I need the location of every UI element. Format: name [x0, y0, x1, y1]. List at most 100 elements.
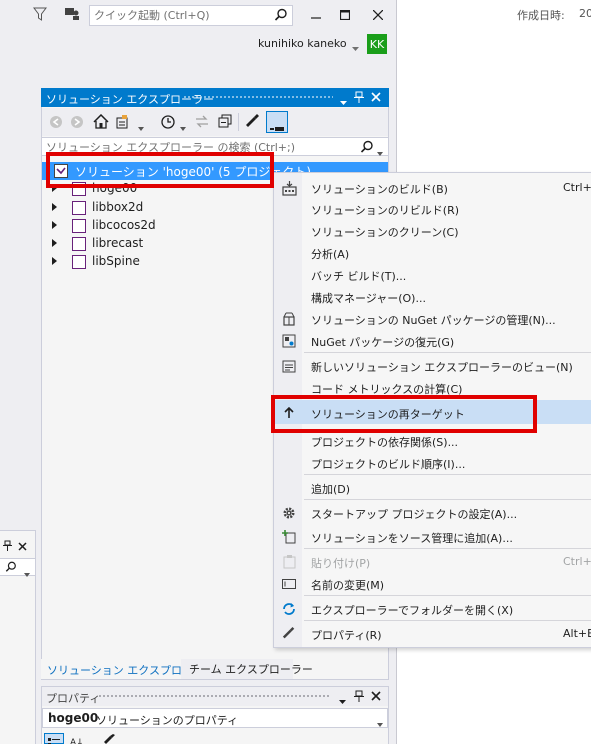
highlight-box-solution: [46, 152, 274, 188]
left-docked-panel: [0, 530, 36, 744]
expand-arrow-icon[interactable]: [52, 239, 57, 247]
wrench-icon[interactable]: [104, 734, 116, 744]
menu-item-rename[interactable]: 名前の変更(M): [274, 573, 591, 594]
dropdown-icon[interactable]: [340, 95, 347, 108]
menu-item-add-to-source-control[interactable]: ソリューションをソース管理に追加(A)...: [274, 526, 591, 547]
solution-explorer-toolbar: [42, 108, 388, 136]
avatar[interactable]: KK: [367, 34, 387, 54]
tab-solution-explorer[interactable]: ソリューション エクスプローラー: [41, 659, 215, 679]
grip: [98, 694, 330, 699]
close-icon[interactable]: [18, 541, 27, 554]
menu-item-shortcut: Alt+E: [563, 627, 591, 640]
tab-team-explorer[interactable]: チーム エクスプローラー: [181, 659, 313, 679]
pin-icon[interactable]: [354, 690, 364, 705]
switch-views-icon[interactable]: [116, 114, 132, 132]
maximize-button[interactable]: [334, 4, 356, 26]
menu-separator: [304, 620, 591, 621]
menu-item-project-dependencies[interactable]: プロジェクトの依存関係(S)...: [274, 430, 591, 451]
menu-item-clean-solution[interactable]: ソリューションのクリーン(C): [274, 220, 591, 241]
menu-item-build-order[interactable]: プロジェクトのビルド順序(I)...: [274, 452, 591, 473]
menu-item-properties[interactable]: プロパティ(R) Alt+E: [274, 623, 591, 644]
highlight-box-retarget: [271, 395, 537, 433]
menu-item-rebuild-solution[interactable]: ソリューションのリビルド(R): [274, 198, 591, 219]
pin-icon[interactable]: [354, 91, 364, 106]
nuget-restore-icon: [281, 333, 297, 349]
menu-item-build-solution[interactable]: ソリューションのビルド(B) Ctrl+S: [274, 177, 591, 198]
left-panel-search[interactable]: [0, 558, 35, 577]
chevron-down-icon[interactable]: [377, 146, 383, 159]
project-label: librecast: [92, 236, 144, 250]
solution-explorer-titlebar[interactable]: ソリューション エクスプローラー: [41, 88, 389, 107]
tab-label: チーム エクスプローラー: [189, 663, 313, 676]
created-label: 作成日時:: [517, 9, 565, 22]
build-solution-icon: [281, 180, 297, 196]
expand-arrow-icon[interactable]: [52, 203, 57, 211]
menu-separator: [304, 499, 591, 500]
user-name[interactable]: kunihiko kaneko: [258, 37, 347, 50]
wrench-icon[interactable]: [245, 114, 261, 133]
gear-icon: [281, 505, 297, 521]
svg-text:A↓: A↓: [70, 738, 84, 744]
preview-icon: [270, 121, 284, 134]
new-view-icon: [281, 358, 297, 374]
project-label: libbox2d: [92, 200, 144, 214]
menu-separator: [304, 474, 591, 475]
properties-object-selector[interactable]: hoge00 ソリューションのプロパティ: [42, 708, 388, 728]
close-icon[interactable]: [371, 92, 381, 105]
preview-selected-items-button[interactable]: [266, 111, 288, 133]
refresh-folder-icon: [281, 601, 297, 617]
pending-changes-icon[interactable]: [160, 114, 176, 133]
expand-arrow-icon[interactable]: [52, 221, 57, 229]
menu-item-label: 新しいソリューション エクスプローラーのビュー(N): [311, 361, 573, 374]
menu-item-label: スタートアップ プロジェクトの設定(A)...: [311, 508, 518, 521]
menu-item-open-folder[interactable]: エクスプローラーでフォルダーを開く(X): [274, 598, 591, 619]
properties-titlebar[interactable]: プロパティ: [42, 687, 388, 706]
filter-icon[interactable]: [33, 7, 47, 24]
search-icon[interactable]: [360, 140, 374, 157]
menu-item-set-startup-projects[interactable]: スタートアップ プロジェクトの設定(A)...: [274, 502, 591, 523]
menu-item-new-explorer-view[interactable]: 新しいソリューション エクスプローラーのビュー(N): [274, 355, 591, 376]
menu-item-batch-build[interactable]: バッチ ビルド(T)...: [274, 264, 591, 285]
menu-item-label: ソリューションのリビルド(R): [311, 204, 460, 217]
back-icon[interactable]: [49, 115, 63, 132]
chevron-down-icon[interactable]: [138, 121, 144, 134]
search-icon[interactable]: [5, 561, 17, 576]
chevron-down-icon[interactable]: [352, 41, 359, 54]
close-icon[interactable]: [371, 691, 381, 704]
categorized-button[interactable]: [44, 733, 64, 744]
collapse-all-icon[interactable]: [217, 114, 233, 132]
quick-launch-input[interactable]: [94, 8, 270, 23]
project-icon: [72, 237, 86, 251]
menu-item-add[interactable]: 追加(D): [274, 477, 591, 498]
menu-item-paste[interactable]: 貼り付け(P) Ctrl+V: [274, 551, 591, 572]
chevron-down-icon[interactable]: [180, 121, 186, 134]
search-icon[interactable]: [274, 8, 288, 25]
close-button[interactable]: [367, 4, 389, 26]
feedback-icon[interactable]: [64, 7, 80, 24]
menu-item-label: 名前の変更(M): [311, 579, 385, 592]
menu-item-label: ソリューションの NuGet パッケージの管理(N)...: [311, 314, 556, 327]
pin-icon[interactable]: [3, 540, 12, 554]
nuget-package-icon: [281, 311, 297, 327]
paste-icon: [281, 554, 297, 570]
categorized-icon: [48, 736, 60, 744]
home-icon[interactable]: [93, 113, 109, 132]
menu-item-manage-nuget[interactable]: ソリューションの NuGet パッケージの管理(N)...: [274, 308, 591, 329]
chevron-down-icon[interactable]: [24, 567, 30, 580]
chevron-down-icon[interactable]: [377, 717, 383, 730]
forward-icon[interactable]: [70, 115, 84, 132]
add-source-control-icon: [281, 529, 297, 545]
properties-title: プロパティ: [46, 692, 101, 705]
expand-arrow-icon[interactable]: [52, 257, 57, 265]
menu-item-analyze[interactable]: 分析(A): [274, 242, 591, 263]
grip: [183, 95, 333, 100]
minimize-button[interactable]: [305, 4, 327, 26]
menu-item-restore-nuget[interactable]: NuGet パッケージの復元(G): [274, 330, 591, 351]
menu-item-label: プロパティ(R): [311, 629, 382, 642]
dropdown-icon[interactable]: [339, 694, 346, 707]
sync-icon[interactable]: [194, 114, 210, 132]
quick-launch-box[interactable]: [89, 5, 293, 26]
menu-item-shortcut: Ctrl+S: [563, 181, 591, 194]
alphabetical-icon[interactable]: A↓: [70, 735, 84, 744]
menu-item-configuration-manager[interactable]: 構成マネージャー(O)...: [274, 286, 591, 307]
